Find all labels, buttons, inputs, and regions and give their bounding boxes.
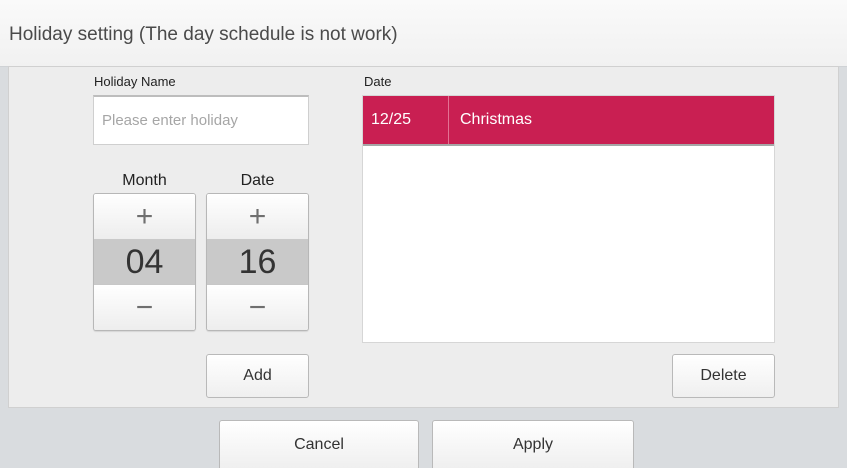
apply-button[interactable]: Apply bbox=[432, 420, 634, 468]
month-label: Month bbox=[122, 172, 167, 189]
delete-button[interactable]: Delete bbox=[672, 354, 775, 398]
title-bar: Holiday setting (The day schedule is not… bbox=[0, 0, 847, 67]
row-date: 12/25 bbox=[371, 111, 412, 128]
date-increment-button[interactable]: + bbox=[207, 194, 308, 240]
row-date-cell: 12/25 bbox=[363, 96, 449, 144]
holiday-name-input[interactable] bbox=[93, 95, 309, 145]
list-header-date: Date bbox=[364, 74, 392, 89]
add-button[interactable]: Add bbox=[206, 354, 309, 398]
window-title: Holiday setting (The day schedule is not… bbox=[9, 24, 398, 45]
plus-icon: + bbox=[135, 199, 154, 233]
date-stepper: + 16 − bbox=[206, 193, 309, 331]
date-decrement-button[interactable]: − bbox=[207, 284, 308, 330]
cancel-button[interactable]: Cancel bbox=[219, 420, 419, 468]
plus-icon: + bbox=[248, 199, 267, 233]
minus-icon: − bbox=[248, 290, 267, 324]
minus-icon: − bbox=[135, 290, 154, 324]
date-value: 16 bbox=[207, 239, 308, 285]
month-increment-button[interactable]: + bbox=[94, 194, 195, 240]
month-decrement-button[interactable]: − bbox=[94, 284, 195, 330]
month-stepper: + 04 − bbox=[93, 193, 196, 331]
holiday-name-label: Holiday Name bbox=[94, 74, 176, 89]
holiday-list: 12/25 Christmas bbox=[362, 95, 775, 343]
month-value: 04 bbox=[94, 239, 195, 285]
row-divider bbox=[363, 144, 774, 146]
date-label: Date bbox=[240, 172, 275, 189]
row-holiday-name: Christmas bbox=[460, 111, 533, 128]
holiday-list-row[interactable]: 12/25 Christmas bbox=[363, 96, 774, 144]
